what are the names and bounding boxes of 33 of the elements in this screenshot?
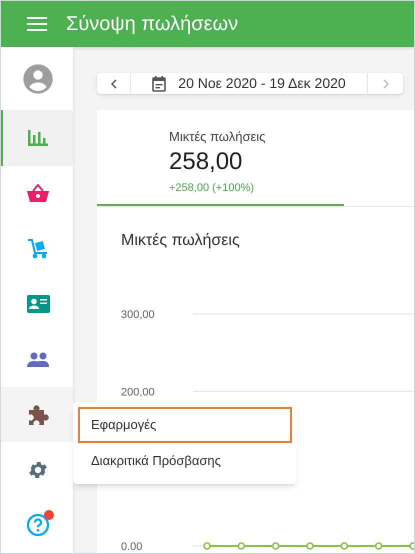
menu-item[interactable]: Εφαρμογές xyxy=(78,407,292,443)
chevron-left-icon xyxy=(110,78,116,88)
people-icon xyxy=(27,352,49,367)
axis-label: 300,00 xyxy=(121,309,155,321)
data-point xyxy=(272,542,280,550)
data-point xyxy=(306,542,314,550)
contact-card-icon xyxy=(26,294,50,313)
metric-tab[interactable]: Μικτές πωλήσεις 258,00 +258,00 (+100%) xyxy=(97,110,344,206)
page-title: Σύνοψη πωλήσεων xyxy=(66,12,238,37)
sidebar-item[interactable] xyxy=(1,110,73,166)
sidebar-item[interactable] xyxy=(1,498,73,553)
basket-icon xyxy=(27,184,49,202)
chart-title: Μικτές πωλήσεις xyxy=(121,231,241,251)
date-range-button[interactable]: 20 Νοε 2020 - 19 Δεκ 2020 xyxy=(131,73,367,94)
axis-label: 200,00 xyxy=(121,386,155,398)
hand-truck-icon xyxy=(27,238,49,260)
data-point xyxy=(203,542,211,550)
person-icon xyxy=(22,62,54,95)
sidebar-item[interactable] xyxy=(1,166,73,221)
axis-label: 0.00 xyxy=(121,541,142,553)
sidebar-item[interactable] xyxy=(1,386,73,442)
bar-chart-icon xyxy=(28,130,48,146)
sidebar-item[interactable] xyxy=(1,332,73,387)
puzzle-piece-icon xyxy=(27,404,49,426)
calendar-icon xyxy=(152,76,166,92)
menu-item[interactable]: Διακριτικά Πρόσβασης xyxy=(78,443,292,479)
data-point xyxy=(374,542,382,550)
data-point xyxy=(340,542,348,550)
sidebar-item[interactable] xyxy=(1,47,73,110)
help-icon xyxy=(26,513,50,538)
menu-icon[interactable] xyxy=(27,17,47,31)
sidebar-item[interactable] xyxy=(1,442,73,498)
data-point xyxy=(238,542,246,550)
